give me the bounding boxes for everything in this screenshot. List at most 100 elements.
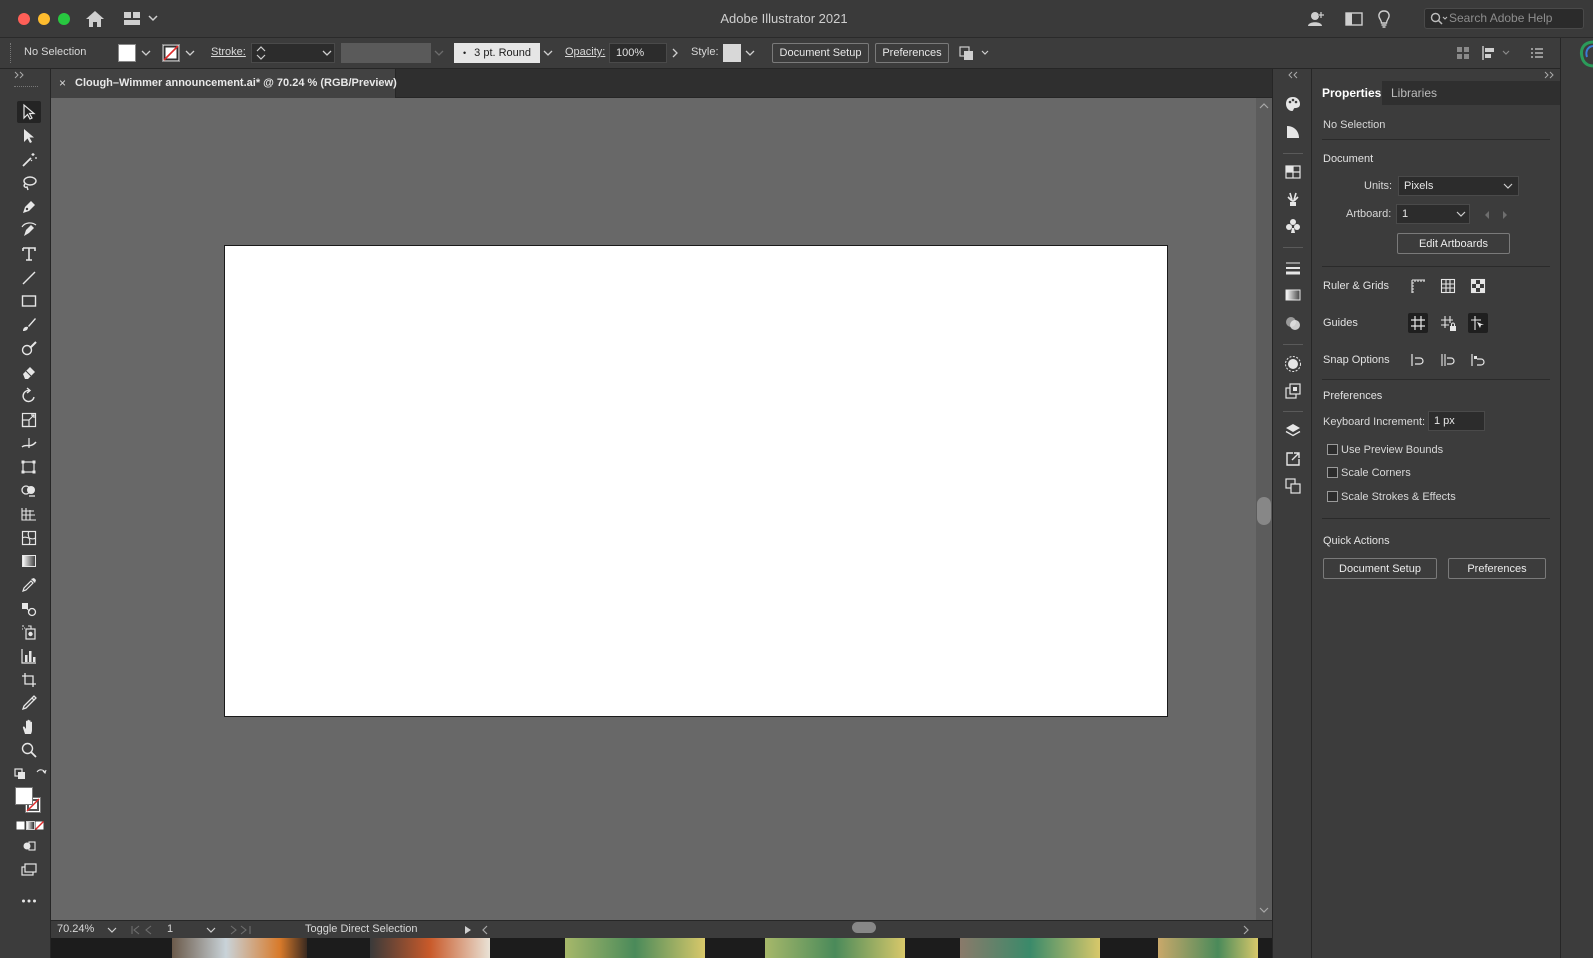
artboard-select[interactable]: 1	[1396, 204, 1470, 224]
use-preview-bounds-checkbox[interactable]	[1327, 444, 1338, 455]
perspective-grid-tool-icon[interactable]	[17, 503, 41, 525]
rulers-icon[interactable]	[1408, 276, 1428, 296]
stroke-label[interactable]: Stroke:	[211, 46, 246, 58]
fill-indicator[interactable]	[15, 787, 33, 805]
document-setup-button[interactable]: Document Setup	[772, 43, 869, 63]
arrange-documents-icon[interactable]	[1344, 9, 1364, 29]
line-segment-tool-icon[interactable]	[17, 267, 41, 289]
scroll-up-icon[interactable]	[1256, 100, 1272, 112]
fill-swatch[interactable]	[118, 44, 136, 62]
rectangle-tool-icon[interactable]	[17, 290, 41, 312]
artboard-tool-icon[interactable]	[17, 669, 41, 691]
scroll-left-icon[interactable]	[480, 924, 490, 936]
hand-tool-icon[interactable]	[17, 716, 41, 738]
quick-preferences-button[interactable]: Preferences	[1448, 558, 1546, 579]
zoom-tool-icon[interactable]	[17, 739, 41, 761]
quick-document-setup-button[interactable]: Document Setup	[1323, 558, 1437, 579]
edit-toolbar-more-icon[interactable]	[17, 890, 41, 912]
lock-guides-icon[interactable]	[1438, 313, 1458, 333]
opacity-label[interactable]: Opacity:	[565, 46, 605, 58]
style-chevron-icon[interactable]	[743, 45, 757, 61]
edit-artboards-button[interactable]: Edit Artboards	[1397, 233, 1510, 254]
horizontal-scroll-thumb[interactable]	[852, 922, 876, 933]
export-icon[interactable]	[1284, 450, 1304, 470]
screen-mode-icon[interactable]	[17, 859, 41, 881]
tab-libraries[interactable]: Libraries	[1391, 86, 1437, 100]
first-prev-artboard-icon[interactable]	[129, 924, 163, 936]
snap-to-point-icon[interactable]	[1408, 350, 1428, 370]
variable-width-profile[interactable]	[341, 43, 431, 63]
transparency-icon[interactable]	[1284, 314, 1304, 334]
column-graph-tool-icon[interactable]	[17, 645, 41, 667]
appearance-icon[interactable]	[1284, 355, 1304, 375]
blend-tool-icon[interactable]	[17, 598, 41, 620]
eyedropper-tool-icon[interactable]	[17, 574, 41, 596]
brush-chevron-icon[interactable]	[541, 45, 555, 61]
opacity-input[interactable]: 100%	[609, 43, 667, 63]
color-mode-buttons[interactable]	[16, 821, 44, 834]
collapse-panel-icon[interactable]	[1544, 71, 1556, 79]
help-search-input[interactable]: Search Adobe Help	[1424, 8, 1584, 29]
close-document-icon[interactable]: ×	[59, 76, 66, 90]
control-bar-grip[interactable]	[10, 43, 14, 63]
draw-modes-icon[interactable]	[17, 835, 41, 857]
artboard-navigator[interactable]: 1	[167, 923, 173, 935]
lightbulb-icon[interactable]	[1376, 9, 1392, 29]
symbols-icon[interactable]	[1284, 217, 1304, 237]
brush-definition-field[interactable]: • 3 pt. Round	[454, 43, 540, 63]
magic-wand-tool-icon[interactable]	[17, 149, 41, 171]
scale-tool-icon[interactable]	[17, 409, 41, 431]
tools-collapse-icon[interactable]	[14, 71, 26, 81]
stroke-swatch[interactable]	[162, 44, 180, 62]
symbol-sprayer-tool-icon[interactable]	[17, 621, 41, 643]
direct-selection-tool-icon[interactable]	[17, 125, 41, 147]
gradient-tool-icon[interactable]	[17, 550, 41, 572]
scale-strokes-effects-checkbox[interactable]	[1327, 491, 1338, 502]
tab-properties[interactable]: Properties	[1322, 86, 1381, 100]
pen-tool-icon[interactable]	[17, 196, 41, 218]
transparency-grid-icon[interactable]	[1468, 276, 1488, 296]
gradient-panel-icon[interactable]	[1284, 286, 1304, 306]
artboards-icon[interactable]	[1284, 477, 1304, 497]
shaper-tool-icon[interactable]	[17, 338, 41, 360]
keyboard-increment-input[interactable]: 1 px	[1428, 411, 1485, 431]
lasso-tool-icon[interactable]	[17, 172, 41, 194]
grid-icon[interactable]	[1438, 276, 1458, 296]
layers-icon[interactable]	[1284, 422, 1304, 442]
stroke-panel-icon[interactable]	[1284, 259, 1304, 279]
align-distribute-icon[interactable]	[1455, 45, 1471, 64]
tools-grip[interactable]	[14, 86, 38, 87]
snap-to-grid-icon[interactable]	[1438, 350, 1458, 370]
next-last-artboard-icon[interactable]	[227, 924, 261, 936]
curvature-tool-icon[interactable]	[17, 219, 41, 241]
opacity-arrow-icon[interactable]	[668, 45, 682, 61]
shape-builder-tool-icon[interactable]	[17, 480, 41, 502]
zoom-chevron-icon[interactable]	[106, 924, 118, 936]
artboard[interactable]	[224, 245, 1168, 717]
graphic-style-swatch[interactable]	[723, 44, 741, 62]
profile-chevron-icon[interactable]	[432, 45, 446, 61]
collapse-icons-icon[interactable]	[1287, 71, 1299, 79]
vertical-scroll-thumb[interactable]	[1257, 497, 1271, 525]
scroll-down-icon[interactable]	[1256, 904, 1272, 916]
fill-dropdown-chevron-icon[interactable]	[139, 45, 153, 61]
mesh-tool-icon[interactable]	[17, 527, 41, 549]
paintbrush-tool-icon[interactable]	[17, 314, 41, 336]
preferences-button[interactable]: Preferences	[875, 43, 949, 63]
align-left-icon[interactable]	[1481, 45, 1513, 64]
status-menu-arrow-icon[interactable]	[462, 924, 474, 936]
smart-guides-icon[interactable]	[1468, 313, 1488, 333]
color-guide-icon[interactable]	[1284, 123, 1304, 143]
fill-stroke-widget[interactable]	[15, 787, 41, 813]
scale-corners-checkbox[interactable]	[1327, 467, 1338, 478]
stroke-dropdown-chevron-icon[interactable]	[183, 45, 197, 61]
rotate-tool-icon[interactable]	[17, 385, 41, 407]
type-tool-icon[interactable]	[17, 243, 41, 265]
brushes-icon[interactable]	[1284, 190, 1304, 210]
default-fill-stroke-icon[interactable]	[14, 768, 26, 783]
artboard-prev-next-icon[interactable]	[1482, 209, 1512, 221]
show-guides-icon[interactable]	[1408, 313, 1428, 333]
width-tool-icon[interactable]	[17, 432, 41, 454]
artboard-chevron-icon[interactable]	[205, 924, 217, 936]
add-user-icon[interactable]	[1306, 9, 1326, 29]
